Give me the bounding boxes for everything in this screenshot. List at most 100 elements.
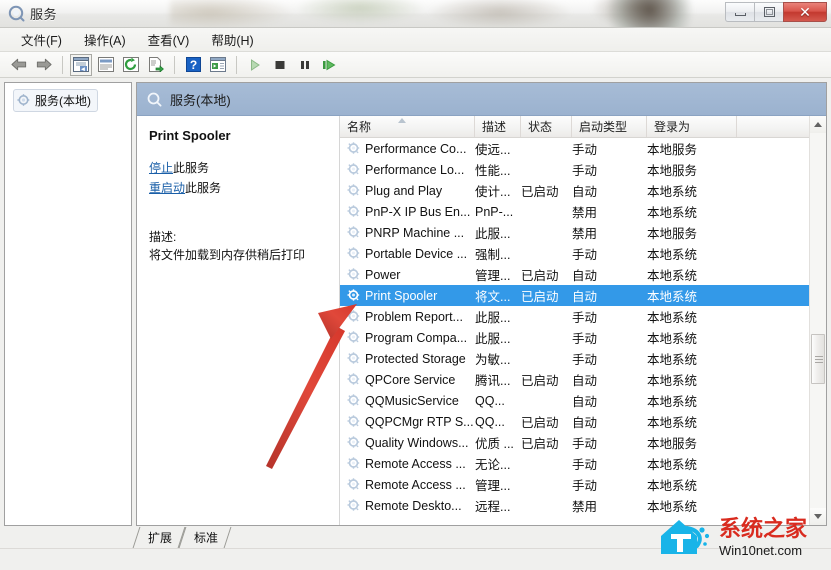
table-row[interactable]: Portable Device ...强制...手动本地系统 (340, 243, 826, 264)
column-header-status[interactable]: 状态 (521, 116, 572, 137)
maximize-button[interactable] (754, 2, 783, 22)
scroll-up-button[interactable] (810, 116, 826, 133)
cell-log-on-as: 本地系统 (647, 328, 737, 347)
cell-startup-type: 自动 (572, 265, 647, 284)
services-icon (8, 5, 25, 22)
show-action-pane-icon (210, 57, 226, 72)
cell-name-text: Plug and Play (365, 184, 442, 198)
table-row[interactable]: Protected Storage为敏...手动本地系统 (340, 348, 826, 369)
column-header-log-on-as[interactable]: 登录为 (647, 116, 737, 137)
service-detail-panel: Print Spooler 停止此服务 重启动此服务 描述: 将文件加载到内存供… (137, 116, 340, 525)
cell-name: Program Compa... (340, 331, 475, 345)
cell-status: 已启动 (521, 433, 572, 452)
table-row[interactable]: Performance Lo...性能...手动本地服务 (340, 159, 826, 180)
cell-name: Quality Windows... (340, 436, 475, 450)
cell-name-text: QPCore Service (365, 373, 455, 387)
menu-file[interactable]: 文件(F) (10, 27, 73, 52)
close-button[interactable]: ✕ (783, 2, 827, 22)
table-row[interactable]: QPCore Service腾讯...已启动自动本地系统 (340, 369, 826, 390)
cell-name: Remote Deskto... (340, 499, 475, 513)
gear-icon (347, 205, 360, 218)
status-bar (0, 548, 831, 570)
cell-description: 强制... (475, 244, 521, 263)
table-row[interactable]: Performance Co...使远...手动本地服务 (340, 138, 826, 159)
pane-body: Print Spooler 停止此服务 重启动此服务 描述: 将文件加载到内存供… (137, 116, 826, 525)
minimize-button[interactable] (725, 2, 754, 22)
cell-startup-type: 自动 (572, 370, 647, 389)
export-list-button[interactable] (145, 54, 167, 76)
cell-name-text: Power (365, 268, 400, 282)
gear-icon (347, 352, 360, 365)
help-icon: ? (186, 57, 201, 72)
column-header-name[interactable]: 名称 (340, 116, 475, 137)
cell-description: 优质 ... (475, 433, 521, 452)
cell-log-on-as: 本地系统 (647, 475, 737, 494)
scroll-down-button[interactable] (810, 508, 826, 525)
stop-service-link[interactable]: 停止 (149, 161, 173, 175)
cell-log-on-as: 本地系统 (647, 412, 737, 431)
show-action-pane-button[interactable] (207, 54, 229, 76)
back-button[interactable] (8, 54, 30, 76)
cell-log-on-as: 本地系统 (647, 181, 737, 200)
restart-service-link[interactable]: 重启动 (149, 181, 185, 195)
table-row[interactable]: Remote Access ...管理...手动本地系统 (340, 474, 826, 495)
table-row[interactable]: Plug and Play使计...已启动自动本地系统 (340, 180, 826, 201)
stop-service-button[interactable] (269, 54, 291, 76)
cell-log-on-as: 本地系统 (647, 244, 737, 263)
table-row-selected[interactable]: Print Spooler将文...已启动自动本地系统 (340, 285, 826, 306)
toolbar: ◀ (0, 52, 831, 78)
vertical-scrollbar[interactable] (809, 116, 826, 525)
services-pane: 服务(本地) Print Spooler 停止此服务 重启动此服务 描述: 将文… (136, 82, 827, 526)
menu-view[interactable]: 查看(V) (137, 27, 201, 52)
restart-service-button[interactable] (319, 54, 341, 76)
stop-service-icon (273, 58, 287, 72)
cell-name-text: Remote Access ... (365, 457, 466, 471)
cell-startup-type: 禁用 (572, 202, 647, 221)
cell-description: 将文... (475, 286, 521, 305)
description-text: 将文件加载到内存供稍后打印 (149, 247, 329, 263)
gear-icon (347, 373, 360, 386)
table-row[interactable]: PnP-X IP Bus En...PnP-...禁用本地系统 (340, 201, 826, 222)
view-tab-standard[interactable]: 标准 (182, 527, 228, 548)
column-header-description[interactable]: 描述 (475, 116, 521, 137)
gear-icon (347, 268, 360, 281)
show-hide-tree-button[interactable]: ◀ (70, 54, 92, 76)
table-row[interactable]: Program Compa...此服...手动本地系统 (340, 327, 826, 348)
table-row[interactable]: Power管理...已启动自动本地系统 (340, 264, 826, 285)
column-header-startup-type[interactable]: 启动类型 (572, 116, 647, 137)
table-row[interactable]: Remote Access ...无论...手动本地系统 (340, 453, 826, 474)
tree-node-services-local[interactable]: 服务(本地) (13, 89, 98, 112)
menu-action[interactable]: 操作(A) (73, 27, 137, 52)
services-list: 名称 描述 状态 启动类型 登录为 Performance Co...使远...… (340, 116, 826, 525)
forward-button[interactable] (33, 54, 55, 76)
cell-name-text: PnP-X IP Bus En... (365, 205, 470, 219)
table-row[interactable]: Problem Report...此服...手动本地系统 (340, 306, 826, 327)
table-row[interactable]: QQMusicServiceQQ...自动本地系统 (340, 390, 826, 411)
table-row[interactable]: Remote Deskto...远程...禁用本地系统 (340, 495, 826, 516)
gear-icon (17, 94, 30, 107)
cell-log-on-as: 本地系统 (647, 391, 737, 410)
cell-name: PNRP Machine ... (340, 226, 475, 240)
cell-name: Problem Report... (340, 310, 475, 324)
properties-button[interactable] (95, 54, 117, 76)
table-row[interactable]: QQPCMgr RTP S...QQ...已启动自动本地系统 (340, 411, 826, 432)
scrollbar-thumb[interactable] (811, 334, 825, 384)
restart-service-line: 重启动此服务 (149, 179, 329, 196)
services-window: 服务 ✕ 文件(F) 操作(A) 查看(V) 帮助(H) (0, 0, 831, 570)
cell-description: 使计... (475, 181, 521, 200)
toolbar-separator-3 (236, 56, 237, 74)
pause-service-button[interactable] (294, 54, 316, 76)
refresh-button[interactable] (120, 54, 142, 76)
menu-help[interactable]: 帮助(H) (200, 27, 264, 52)
view-tab-extended[interactable]: 扩展 (136, 527, 182, 548)
list-header: 名称 描述 状态 启动类型 登录为 (340, 116, 826, 138)
table-row[interactable]: Quality Windows...优质 ...已启动手动本地服务 (340, 432, 826, 453)
table-row[interactable]: PNRP Machine ...此服...禁用本地服务 (340, 222, 826, 243)
tree-pane-tabstrip (4, 526, 132, 548)
cell-name: QQMusicService (340, 394, 475, 408)
start-service-button[interactable] (244, 54, 266, 76)
cell-log-on-as: 本地服务 (647, 433, 737, 452)
cell-startup-type: 禁用 (572, 223, 647, 242)
view-tabs: 扩展标准 (136, 526, 386, 548)
help-button[interactable]: ? (182, 54, 204, 76)
